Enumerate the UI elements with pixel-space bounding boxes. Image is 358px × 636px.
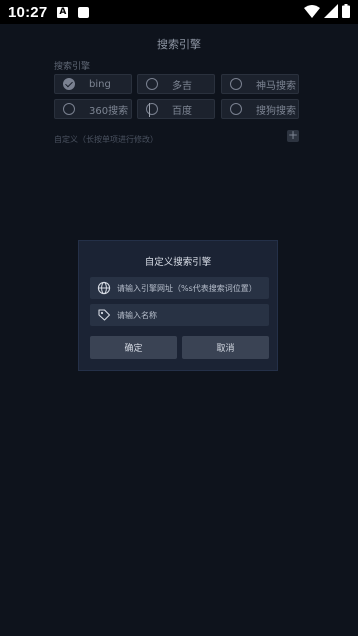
radio-icon xyxy=(230,78,242,90)
engine-option-sogou[interactable]: 搜狗搜索 xyxy=(221,99,299,119)
engine-label: 百度 xyxy=(172,105,192,117)
engine-label: 神马搜索 xyxy=(256,80,296,92)
battery-icon xyxy=(342,4,350,18)
status-bar: 10:27 A xyxy=(0,0,358,24)
add-custom-engine-button[interactable]: + xyxy=(287,129,299,142)
engines-section-label: 搜索引擎 xyxy=(54,62,91,72)
engine-url-field[interactable] xyxy=(90,277,269,299)
engine-option-bing[interactable]: bing xyxy=(54,74,132,94)
status-time: 10:27 xyxy=(8,3,48,21)
radio-icon xyxy=(146,103,158,115)
text-cursor xyxy=(149,103,150,117)
engine-label: 360搜索 xyxy=(89,105,129,117)
custom-section-label: 自定义（长按单项进行修改） xyxy=(54,135,158,144)
dialog-title: 自定义搜索引擎 xyxy=(144,257,212,268)
engine-name-field[interactable] xyxy=(90,304,269,326)
confirm-button[interactable]: 确定 xyxy=(90,336,177,359)
engine-option-baidu[interactable]: 百度 xyxy=(137,99,215,119)
engine-name-input[interactable] xyxy=(117,310,267,320)
radio-icon xyxy=(63,103,75,115)
signal-icon xyxy=(324,4,338,18)
engine-label: 多吉 xyxy=(172,80,192,92)
engine-option-shenma[interactable]: 神马搜索 xyxy=(221,74,299,94)
cancel-button[interactable]: 取消 xyxy=(182,336,269,359)
engine-label: bing xyxy=(89,78,111,90)
notification-square-icon xyxy=(78,6,90,18)
engine-url-input[interactable] xyxy=(117,283,267,293)
engine-label: 搜狗搜索 xyxy=(256,105,296,117)
status-icons xyxy=(304,4,350,18)
wifi-icon xyxy=(304,4,320,18)
notification-a-icon: A xyxy=(57,6,69,18)
radio-icon xyxy=(146,78,158,90)
custom-engine-dialog: 自定义搜索引擎 确定 取消 xyxy=(78,240,278,371)
page-title: 搜索引擎 xyxy=(157,38,201,51)
engine-option-360[interactable]: 360搜索 xyxy=(54,99,132,119)
radio-icon xyxy=(230,103,242,115)
engine-option-duoji[interactable]: 多吉 xyxy=(137,74,215,94)
tag-icon xyxy=(98,309,111,321)
radio-checked-icon xyxy=(63,78,75,90)
globe-icon xyxy=(97,281,111,295)
